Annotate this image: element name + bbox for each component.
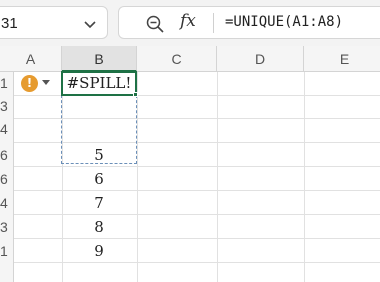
zoom-icon[interactable] <box>145 14 165 34</box>
row-header[interactable]: 1 <box>0 240 14 263</box>
formula-bar-area: 31 fx =UNIQUE(A1:A8) <box>0 0 380 46</box>
row-header[interactable]: 6 <box>0 168 14 191</box>
caret-down-icon[interactable] <box>42 80 50 85</box>
gridline <box>217 72 218 282</box>
row-header[interactable]: 4 <box>0 192 14 215</box>
cell-b-value[interactable]: 9 <box>62 240 136 263</box>
formula-input[interactable]: fx =UNIQUE(A1:A8) <box>118 6 380 39</box>
column-header-row: A B C D E <box>0 46 380 72</box>
active-cell-b1[interactable] <box>61 71 137 96</box>
row-header[interactable]: 4 <box>0 118 14 141</box>
name-box-value: 31 <box>1 15 18 32</box>
cell-b-value[interactable]: 5 <box>62 144 136 167</box>
name-box[interactable]: 31 <box>0 6 108 39</box>
column-header-c[interactable]: C <box>137 46 217 72</box>
cell-b-value[interactable]: 6 <box>62 168 136 191</box>
column-header-a[interactable]: A <box>0 46 62 72</box>
row-header[interactable]: 1 <box>0 72 14 95</box>
formula-separator <box>213 13 214 33</box>
cell-b-value[interactable]: 8 <box>62 216 136 239</box>
column-header-b[interactable]: B <box>62 46 137 72</box>
row-header[interactable]: 6 <box>0 144 14 167</box>
cell-b-value[interactable]: 7 <box>62 192 136 215</box>
chevron-down-icon[interactable] <box>83 17 97 31</box>
row-header[interactable]: 3 <box>0 216 14 239</box>
spreadsheet-grid[interactable]: A B C D E 1 3 4 6 6 4 3 1 ! #SPILL! 5 6 … <box>0 46 380 282</box>
formula-text[interactable]: =UNIQUE(A1:A8) <box>225 14 343 30</box>
gridline <box>304 72 305 282</box>
fill-handle[interactable] <box>133 92 138 97</box>
column-header-e[interactable]: E <box>304 46 380 72</box>
insert-function-icon[interactable]: fx <box>180 11 196 31</box>
warning-icon[interactable]: ! <box>21 75 38 92</box>
row-header[interactable]: 3 <box>0 95 14 118</box>
gridline <box>137 72 138 282</box>
column-header-d[interactable]: D <box>217 46 304 72</box>
